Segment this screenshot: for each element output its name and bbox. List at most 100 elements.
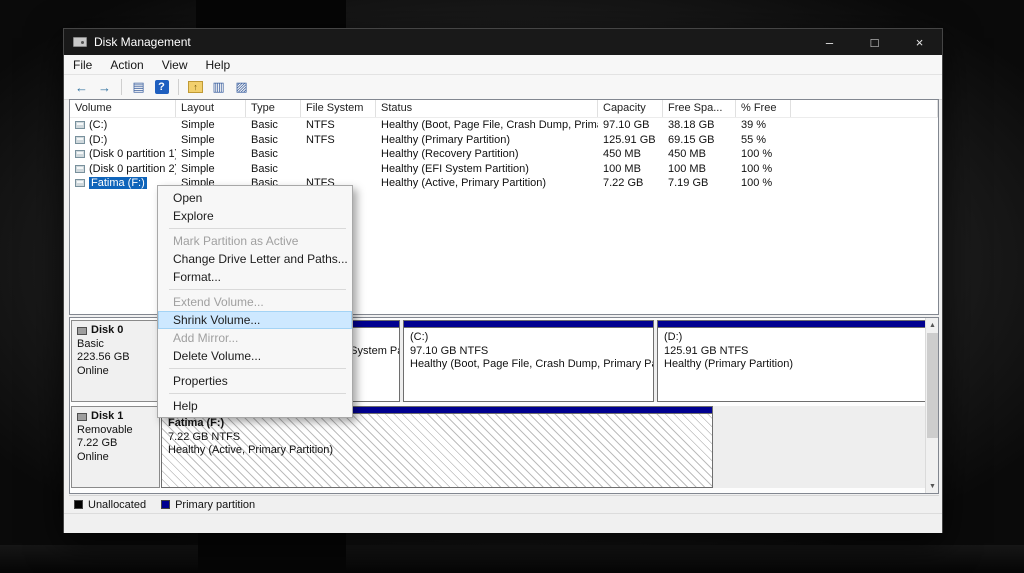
volume-name: (D:): [89, 133, 108, 146]
col-capacity[interactable]: Capacity: [598, 100, 663, 117]
cell-capacity: 100 MB: [603, 162, 641, 175]
disk1-row: Disk 1 Removable 7.22 GB Online Fatima (…: [71, 406, 927, 488]
cell-type: Basic: [251, 133, 278, 146]
close-button[interactable]: ×: [897, 29, 942, 55]
col-status[interactable]: Status: [376, 100, 598, 117]
graphical-view-icon[interactable]: ▨: [231, 77, 252, 97]
menu-file[interactable]: File: [64, 55, 101, 74]
col-type[interactable]: Type: [246, 100, 301, 117]
volume-row-partition2[interactable]: (Disk 0 partition 2) Simple Basic Health…: [70, 162, 938, 177]
col-pct-free[interactable]: % Free: [736, 100, 791, 117]
volume-list-view-icon[interactable]: ▥: [208, 77, 229, 97]
partition-name: (D:): [664, 331, 683, 343]
menu-item-format[interactable]: Format...: [158, 268, 352, 286]
titlebar[interactable]: Disk Management – □ ×: [64, 29, 942, 55]
cell-pct-free: 55 %: [741, 133, 767, 146]
volume-name: (Disk 0 partition 2): [89, 162, 176, 175]
cell-status: Healthy (EFI System Partition): [381, 162, 529, 175]
up-folder-icon[interactable]: ↑: [185, 77, 206, 97]
col-volume[interactable]: Volume: [70, 100, 176, 117]
menu-item-properties[interactable]: Properties: [158, 372, 352, 390]
menu-view[interactable]: View: [153, 55, 197, 74]
menu-item-open[interactable]: Open: [158, 189, 352, 207]
menu-item-mark-partition-active: Mark Partition as Active: [173, 234, 299, 248]
menu-item-add-mirror: Add Mirror...: [173, 331, 239, 345]
menu-item-delete-volume[interactable]: Delete Volume...: [158, 347, 352, 365]
menu-separator: [158, 286, 352, 293]
cell-capacity: 7.22 GB: [603, 177, 644, 190]
cell-type: Basic: [251, 162, 278, 175]
menu-action[interactable]: Action: [101, 55, 152, 74]
volume-name-selected: Fatima (F:): [89, 177, 147, 190]
volume-context-menu: Open Explore Mark Partition as Active Ch…: [157, 185, 353, 418]
scroll-down-icon[interactable]: ▼: [926, 479, 938, 493]
disk-icon: [77, 412, 87, 421]
cell-free: 100 MB: [668, 162, 706, 175]
vertical-scrollbar[interactable]: ▲ ▼: [925, 318, 938, 493]
maximize-button[interactable]: □: [852, 29, 897, 55]
partition-c[interactable]: (C:) 97.10 GB NTFS Healthy (Boot, Page F…: [403, 320, 654, 402]
menu-item-shrink-volume[interactable]: Shrink Volume...: [158, 311, 352, 329]
partition-name: (C:): [410, 331, 429, 343]
scrollbar-thumb[interactable]: [927, 333, 938, 438]
console-tree-icon[interactable]: ▤: [128, 77, 149, 97]
disk1-track: Fatima (F:) 7.22 GB NTFS Healthy (Active…: [161, 406, 927, 488]
menu-help[interactable]: Help: [197, 55, 240, 74]
menu-item-change-drive-letter[interactable]: Change Drive Letter and Paths...: [158, 250, 352, 268]
partition-d[interactable]: (D:) 125.91 GB NTFS Healthy (Primary Par…: [657, 320, 927, 402]
scroll-up-icon[interactable]: ▲: [926, 318, 938, 332]
disk-management-app-icon: [73, 37, 87, 47]
volume-row-c[interactable]: (C:) Simple Basic NTFS Healthy (Boot, Pa…: [70, 118, 938, 133]
disk-kind: Removable: [77, 423, 133, 436]
cell-fs: NTFS: [306, 133, 335, 146]
partition-size: 7.22 GB NTFS: [168, 430, 241, 443]
cell-pct-free: 39 %: [741, 119, 767, 132]
cell-type: Basic: [251, 148, 278, 161]
disk-size: 223.56 GB: [77, 351, 130, 363]
disk0-label[interactable]: Disk 0 Basic 223.56 GB Online: [71, 320, 160, 402]
disk-icon: [77, 326, 87, 335]
minimize-button[interactable]: –: [807, 29, 852, 55]
volume-row-partition1[interactable]: (Disk 0 partition 1) Simple Basic Health…: [70, 147, 938, 162]
partition-status: Healthy (Boot, Page File, Crash Dump, Pr…: [410, 358, 653, 370]
partition-color-bar: [404, 321, 653, 328]
menu-bar: File Action View Help: [64, 55, 942, 75]
volume-icon: [75, 135, 85, 144]
col-layout[interactable]: Layout: [176, 100, 246, 117]
help-icon[interactable]: ?: [151, 77, 172, 97]
menu-item-help[interactable]: Help: [158, 397, 352, 415]
up-folder-glyph: ↑: [188, 81, 203, 93]
window-title: Disk Management: [94, 35, 191, 49]
cell-status: Healthy (Boot, Page File, Crash Dump, Pr…: [381, 119, 598, 132]
monitor-bezel-top: [196, 0, 346, 28]
desktop-background: Disk Management – □ × File Action View H…: [0, 0, 1024, 573]
cell-free: 38.18 GB: [668, 119, 715, 132]
status-bar: [64, 513, 942, 533]
back-icon[interactable]: ←: [71, 77, 92, 97]
disk-status: Online: [77, 364, 109, 377]
cell-free: 69.15 GB: [668, 133, 715, 146]
disk-size: 7.22 GB: [77, 437, 118, 449]
partition-fatima-selected[interactable]: Fatima (F:) 7.22 GB NTFS Healthy (Active…: [161, 406, 713, 488]
partition-name: Fatima (F:): [168, 417, 225, 429]
unallocated-swatch: [74, 500, 83, 509]
cell-capacity: 97.10 GB: [603, 119, 650, 132]
menu-item-explore[interactable]: Explore: [158, 207, 352, 225]
toolbar: ← → ▤ ? ↑ ▥ ▨: [64, 75, 942, 100]
cell-status: Healthy (Primary Partition): [381, 133, 510, 146]
col-free-space[interactable]: Free Spa...: [663, 100, 736, 117]
toolbar-separator: [121, 79, 122, 95]
volume-icon: [75, 179, 85, 188]
menu-separator: [158, 390, 352, 397]
cell-layout: Simple: [181, 119, 215, 132]
forward-icon[interactable]: →: [94, 77, 115, 97]
volume-row-d[interactable]: (D:) Simple Basic NTFS Healthy (Primary …: [70, 133, 938, 148]
disk-status: Online: [77, 450, 109, 463]
col-file-system[interactable]: File System: [301, 100, 376, 117]
legend-bar: Unallocated Primary partition: [69, 495, 939, 513]
volume-name: (Disk 0 partition 1): [89, 148, 176, 161]
partition-status: Healthy (Primary Partition): [664, 358, 793, 370]
menu-separator: [158, 225, 352, 232]
disk1-label[interactable]: Disk 1 Removable 7.22 GB Online: [71, 406, 160, 488]
partition-size: 125.91 GB NTFS: [664, 344, 749, 357]
